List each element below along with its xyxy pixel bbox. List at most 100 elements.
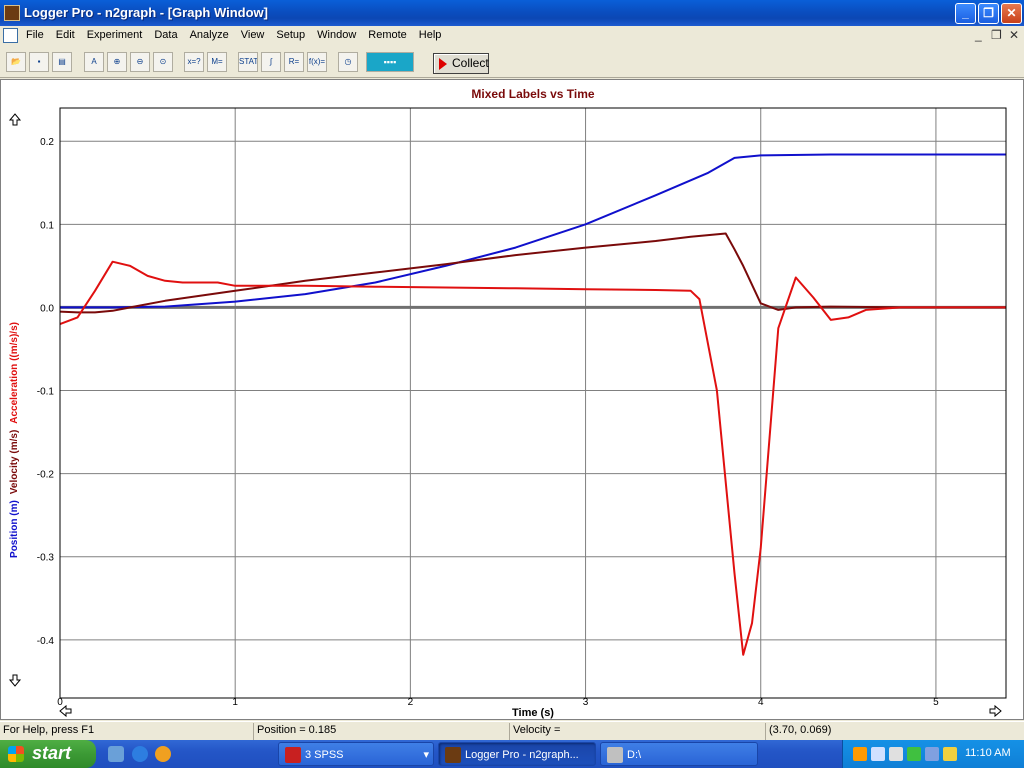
menu-setup[interactable]: Setup (276, 29, 305, 41)
y-tick-label: -0.1 (37, 387, 55, 398)
y-tick-label: -0.4 (37, 636, 55, 647)
window-title: Logger Pro - n2graph - [Graph Window] (24, 5, 268, 20)
menu-bar: File Edit Experiment Data Analyze View Setup Wi… (0, 26, 1024, 46)
task-logger-pro[interactable]: Logger Pro - n2graph... (438, 742, 596, 766)
x-tick-label: 0 (57, 697, 63, 708)
series-line-position (60, 153, 1006, 309)
start-label: start (32, 743, 72, 763)
statistics-icon[interactable]: STAT (238, 52, 258, 72)
menu-analyze[interactable]: Analyze (190, 29, 229, 41)
zoom-icon[interactable]: ⊙ (153, 52, 173, 72)
tray-device-icon[interactable] (925, 747, 939, 761)
integral-icon[interactable]: ∫ (261, 52, 281, 72)
internet-explorer-icon[interactable] (132, 746, 148, 762)
linear-fit-icon[interactable]: R= (284, 52, 304, 72)
x-tick-label: 5 (933, 697, 939, 708)
timer-icon[interactable]: ◷ (338, 52, 358, 72)
menu-remote[interactable]: Remote (368, 29, 407, 41)
y-label-position: Position (m) (9, 500, 20, 558)
task-logger-pro-label: Logger Pro - n2graph... (465, 749, 579, 761)
start-button[interactable]: start (0, 740, 96, 768)
toolbar: 📂 ▪ ▤ A ⊕ ⊖ ⊙ x=? M= STAT ∫ R= f(x)= ◷ ▪… (0, 46, 1024, 78)
clock: 11:10 AM (965, 747, 1011, 759)
tray-security-icon[interactable] (943, 747, 957, 761)
status-position: Position = 0.185 (257, 724, 337, 736)
taskbar: start 3 SPSS ▾ Logger Pro - n2graph... D… (0, 740, 1024, 768)
show-desktop-icon[interactable] (108, 746, 124, 762)
menu-window[interactable]: Window (317, 29, 356, 41)
mdi-close-button[interactable]: ✕ (1009, 28, 1019, 42)
close-button[interactable]: ✕ (1001, 3, 1022, 24)
zoom-in-icon[interactable]: ⊕ (107, 52, 127, 72)
minimize-button[interactable]: _ (955, 3, 976, 24)
x-tick-label: 3 (583, 697, 589, 708)
scroll-right-arrow-icon[interactable] (989, 704, 1002, 718)
sensor-interface-icon[interactable]: ▪▪▪▪ (366, 52, 414, 72)
task-drive-d[interactable]: D:\ (600, 742, 758, 766)
spss-icon (285, 747, 301, 763)
restore-button[interactable]: ❐ (978, 3, 999, 24)
plot-frame (59, 107, 1007, 699)
document-icon[interactable] (3, 28, 18, 43)
autoscale-icon[interactable]: A (84, 52, 104, 72)
status-help-text: For Help, press F1 (3, 724, 95, 736)
y-label-velocity: Velocity (m/s) (9, 430, 20, 494)
y-tick-label: 0.2 (40, 137, 54, 148)
menu-help[interactable]: Help (419, 29, 442, 41)
save-icon[interactable]: ▪ (29, 52, 49, 72)
scroll-down-arrow-icon[interactable] (8, 674, 22, 687)
drive-icon (607, 747, 623, 763)
logger-pro-app-icon[interactable] (4, 5, 20, 21)
x-axis-label: Time (s) (512, 707, 554, 719)
y-axis-label: Position (m) Velocity (m/s) Acceleration (… (9, 322, 20, 558)
network-icon[interactable] (871, 747, 885, 761)
media-player-icon[interactable] (155, 746, 171, 762)
task-spss[interactable]: 3 SPSS ▾ (278, 742, 434, 766)
scroll-up-arrow-icon[interactable] (8, 113, 22, 126)
y-tick-label: -0.3 (37, 553, 55, 564)
tangent-icon[interactable]: M= (207, 52, 227, 72)
chart-title: Mixed Labels vs Time (471, 87, 594, 101)
status-velocity: Velocity = (513, 724, 561, 736)
status-bar: For Help, press F1 Position = 0.185 Velo… (0, 721, 1024, 740)
task-drive-d-label: D:\ (627, 749, 642, 761)
menu-items: File Edit Experiment Data Analyze View Setup Wi… (26, 29, 453, 41)
graph-window[interactable]: 0 1 2 3 4 5 0.2 0.1 0.0 -0.1 -0.2 -0.3 -0.4 Mixed La… (0, 79, 1024, 720)
status-coordinates: (3.70, 0.069) (769, 724, 832, 736)
open-icon[interactable]: 📂 (6, 52, 26, 72)
tray-update-icon[interactable] (907, 747, 921, 761)
menu-experiment[interactable]: Experiment (87, 29, 143, 41)
x-tick-label: 2 (408, 697, 414, 708)
title-bar[interactable]: Logger Pro - n2graph - [Graph Window] _ … (0, 0, 1024, 26)
y-label-acceleration: Acceleration ((m/s)/s) (9, 322, 20, 424)
menu-file[interactable]: File (26, 29, 44, 41)
menu-data[interactable]: Data (154, 29, 177, 41)
y-tick-label: 0.1 (40, 220, 54, 231)
speaker-icon[interactable] (889, 747, 903, 761)
collect-label: Collect (452, 56, 489, 70)
logger-pro-icon (445, 747, 461, 763)
windows-flag-icon (8, 746, 24, 762)
zoom-out-icon[interactable]: ⊖ (130, 52, 150, 72)
mdi-restore-button[interactable]: ❐ (991, 28, 1002, 42)
y-tick-label: 0.0 (40, 303, 54, 314)
play-icon (439, 58, 447, 70)
graph-plot[interactable]: 0 1 2 3 4 5 0.2 0.1 0.0 -0.1 -0.2 -0.3 -0.4 Mixed La… (1, 80, 1023, 719)
series-line-acceleration (59, 260, 1006, 656)
collect-button[interactable]: Collect (433, 53, 489, 74)
print-icon[interactable]: ▤ (52, 52, 72, 72)
mdi-minimize-button[interactable]: _ (975, 28, 982, 42)
grid-lines (59, 108, 1006, 698)
series-line-velocity (59, 232, 1006, 314)
x-tick-label: 4 (758, 697, 764, 708)
curve-fit-icon[interactable]: f(x)= (307, 52, 327, 72)
tray-app-icon[interactable] (853, 747, 867, 761)
system-tray: 11:10 AM (842, 740, 1024, 768)
menu-view[interactable]: View (241, 29, 265, 41)
x-tick-label: 1 (232, 697, 238, 708)
examine-icon[interactable]: x=? (184, 52, 204, 72)
menu-edit[interactable]: Edit (56, 29, 75, 41)
task-spss-label: 3 SPSS (305, 749, 344, 761)
group-chevron-icon: ▾ (423, 749, 429, 761)
y-tick-label: -0.2 (37, 470, 55, 481)
